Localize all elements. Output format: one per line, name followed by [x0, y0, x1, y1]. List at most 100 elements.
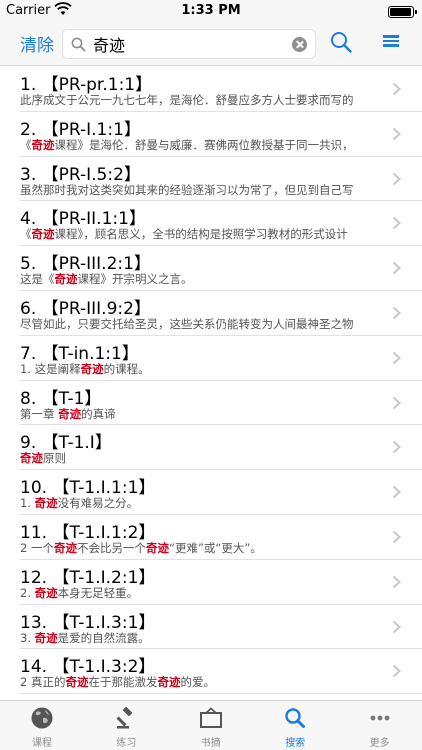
- more-icon: [370, 715, 389, 721]
- search-header: 清除: [0, 22, 422, 66]
- result-snippet: 这是《奇迹课程》开宗明义之言。: [20, 271, 380, 287]
- chevron-right-icon: [392, 261, 401, 275]
- tab-course[interactable]: 课程: [0, 701, 84, 750]
- highlight-term: 奇迹: [34, 630, 58, 645]
- snippet-text: 的课程。: [103, 361, 150, 376]
- result-snippet: 第一章 奇迹的真谛: [20, 406, 380, 422]
- chevron-right-icon: [392, 575, 401, 589]
- snippet-text: “更难”或“更大”。: [168, 540, 262, 555]
- result-row[interactable]: 1. 【PR-pr.1:1】 此序成文于公元一九七七年，是海伦．舒曼应多方人士要求…: [20, 67, 422, 112]
- result-snippet: 尽管如此，只要交托给圣灵，这些关系仍能转变为人间最神圣之物: [20, 316, 380, 332]
- snippet-text: 这是《: [20, 272, 55, 287]
- result-snippet: 《奇迹课程》是海伦．舒曼与威廉．赛佛两位教授基于同一共识，: [20, 137, 380, 153]
- search-input[interactable]: [93, 33, 283, 55]
- snippet-text: 2.: [20, 585, 35, 600]
- result-row[interactable]: 5. 【PR-III.2:1】 这是《奇迹课程》开宗明义之言。: [20, 246, 422, 291]
- result-row[interactable]: 12. 【T-1.I.2:1】 2. 奇迹本身无足轻重。: [20, 560, 422, 605]
- result-row[interactable]: 11. 【T-1.I.1:2】 2 一个奇迹不会比另一个奇迹“更难”或“更大”。: [20, 515, 422, 560]
- chevron-right-icon: [392, 665, 401, 678]
- frame-icon: [199, 707, 222, 728]
- tab-label: 搜索: [285, 738, 306, 749]
- globe-icon: [31, 707, 53, 729]
- highlight-term: 奇迹: [34, 585, 58, 600]
- snippet-text: 2 一个: [20, 540, 54, 555]
- result-snippet: 1. 这是阐释奇迹的课程。: [20, 361, 380, 377]
- highlight-term: 奇迹: [53, 540, 77, 555]
- tab-search[interactable]: 搜索: [253, 701, 337, 750]
- chevron-right-icon: [392, 441, 401, 454]
- chevron-right-icon: [392, 351, 401, 365]
- snippet-text: 的真谛: [81, 406, 116, 421]
- result-snippet: 2 一个奇迹不会比另一个奇迹“更难”或“更大”。: [20, 540, 380, 556]
- chevron-right-icon: [392, 306, 401, 320]
- gavel-icon: [116, 706, 133, 729]
- snippet-text: 第一章: [20, 406, 59, 421]
- clear-text-icon[interactable]: [292, 37, 307, 52]
- result-snippet: 3. 奇迹是爱的自然流露。: [20, 630, 380, 646]
- highlight-term: 奇迹: [157, 675, 181, 690]
- snippet-text: 不会比另一个: [76, 540, 146, 555]
- snippet-text: 虽然那时我对这类突如其来的经验逐渐习以为常了，但见到自己写: [20, 182, 354, 197]
- result-snippet: 此序成文于公元一九七七年，是海伦．舒曼应多方人士要求而写的: [20, 92, 380, 108]
- highlight-term: 奇迹: [58, 406, 82, 421]
- highlight-term: 奇迹: [20, 451, 43, 466]
- highlight-term: 奇迹: [54, 272, 78, 287]
- tab-excerpts[interactable]: 书摘: [169, 701, 253, 750]
- tab-practice[interactable]: 练习: [84, 701, 168, 750]
- menu-icon[interactable]: [383, 35, 399, 49]
- result-row[interactable]: 13. 【T-1.I.3:1】 3. 奇迹是爱的自然流露。: [20, 605, 422, 650]
- snippet-text: 1. 这是阐释: [20, 361, 81, 376]
- snippet-text: 此序成文于公元一九七七年，是海伦．舒曼应多方人士要求而写的: [20, 93, 354, 107]
- highlight-term: 奇迹: [31, 227, 55, 242]
- result-row[interactable]: 3. 【PR-I.5:2】 虽然那时我对这类突如其来的经验逐渐习以为常了，但见到自…: [20, 157, 422, 202]
- highlight-term: 奇迹: [145, 540, 169, 555]
- magnifier-icon: [71, 37, 86, 52]
- result-row[interactable]: 8. 【T-1】 第一章 奇迹的真谛: [20, 381, 422, 426]
- tab-bar: 课程 练习 书摘 搜索 更多: [0, 700, 422, 750]
- chevron-right-icon: [392, 485, 401, 499]
- snippet-text: 2 真正的: [20, 675, 66, 690]
- result-row[interactable]: 2. 【PR-I.1:1】 《奇迹课程》是海伦．舒曼与威廉．赛佛两位教授基于同一共…: [20, 112, 422, 157]
- snippet-text: 原则: [43, 451, 66, 466]
- results-list[interactable]: 1. 【PR-pr.1:1】 此序成文于公元一九七七年，是海伦．舒曼应多方人士要求…: [0, 67, 422, 700]
- result-snippet: 《奇迹课程》，顾名思义，全书的结构是按照学习教材的形式设计: [20, 226, 380, 242]
- snippet-text: 《: [20, 137, 32, 152]
- tab-more[interactable]: 更多: [338, 701, 422, 750]
- status-bar: Carrier 1:33 PM: [0, 0, 422, 22]
- tab-label: 更多: [369, 738, 390, 749]
- snippet-text: 是爱的自然流露。: [57, 630, 150, 645]
- snippet-text: 课程》，顾名思义，全书的结构是按照学习教材的形式设计: [54, 227, 348, 242]
- result-row[interactable]: 6. 【PR-III.9:2】 尽管如此，只要交托给圣灵，这些关系仍能转变为人间最…: [20, 291, 422, 336]
- chevron-right-icon: [392, 172, 401, 185]
- snippet-text: 本身无足轻重。: [57, 585, 139, 600]
- search-button[interactable]: [330, 31, 352, 53]
- result-row[interactable]: 14. 【T-1.I.3:2】 2 真正的奇迹在于那能激发奇迹的爱。: [20, 649, 422, 695]
- result-row[interactable]: 4. 【PR-II.1:1】 《奇迹课程》，顾名思义，全书的结构是按照学习教材的形…: [20, 201, 422, 247]
- battery-icon: [388, 6, 417, 18]
- snippet-text: 3.: [20, 630, 35, 645]
- snippet-text: 没有难易之分。: [57, 496, 139, 511]
- chevron-right-icon: [392, 127, 401, 141]
- snippet-text: 《: [20, 227, 32, 242]
- snippet-text: 在于那能激发: [88, 675, 158, 690]
- search-field[interactable]: [62, 29, 316, 59]
- highlight-term: 奇迹: [31, 137, 55, 152]
- tab-label: 练习: [116, 738, 137, 749]
- result-row[interactable]: 10. 【T-1.I.1:1】 1. 奇迹没有难易之分。: [20, 470, 422, 515]
- status-time: 1:33 PM: [181, 3, 241, 18]
- snippet-text: 课程》开宗明义之言。: [77, 272, 193, 287]
- result-snippet: 奇迹原则: [20, 450, 380, 466]
- highlight-term: 奇迹: [65, 675, 89, 690]
- result-snippet: 2 真正的奇迹在于那能激发奇迹的爱。: [20, 674, 380, 690]
- clear-button[interactable]: 清除: [20, 31, 54, 56]
- highlight-term: 奇迹: [34, 496, 58, 511]
- result-row[interactable]: 9. 【T-1.I】 奇迹原则: [20, 425, 422, 471]
- result-snippet: 1. 奇迹没有难易之分。: [20, 495, 380, 511]
- snippet-text: 1.: [20, 496, 35, 511]
- snippet-text: 尽管如此，只要交托给圣灵，这些关系仍能转变为人间最神圣之物: [20, 316, 354, 331]
- result-snippet: 虽然那时我对这类突如其来的经验逐渐习以为常了，但见到自己写: [20, 182, 380, 198]
- highlight-term: 奇迹: [80, 361, 104, 376]
- tab-label: 课程: [32, 738, 52, 749]
- chevron-right-icon: [392, 217, 401, 230]
- result-row[interactable]: 7. 【T-in.1:1】 1. 这是阐释奇迹的课程。: [20, 336, 422, 381]
